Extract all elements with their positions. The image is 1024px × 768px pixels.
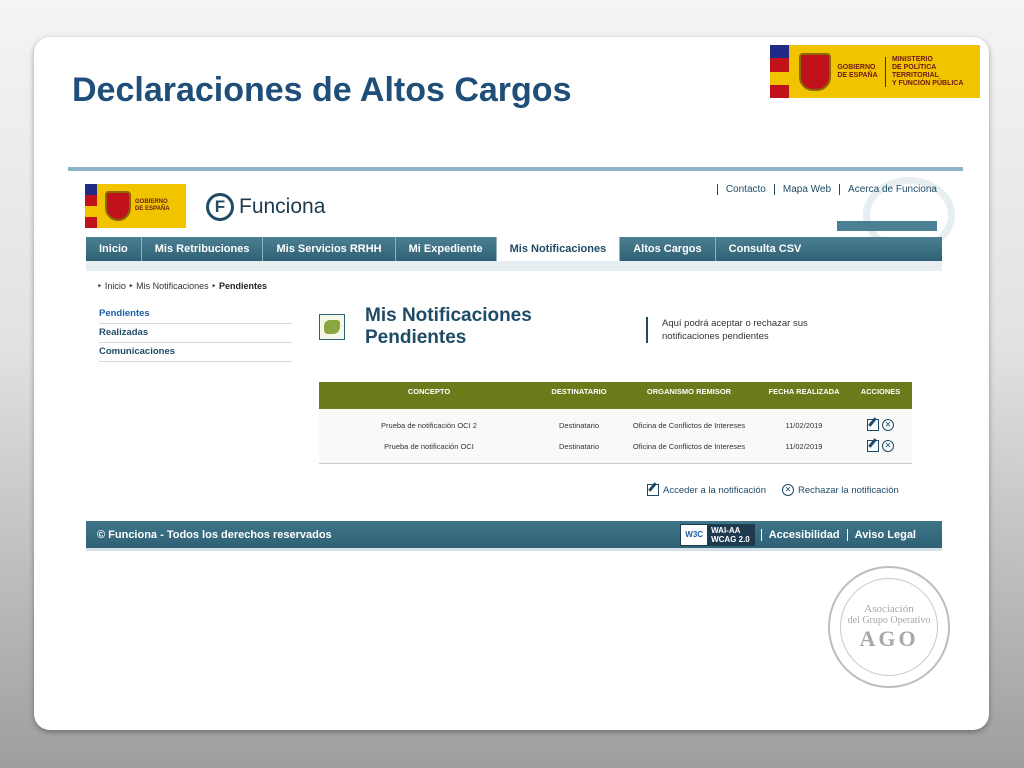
edit-icon[interactable] [867, 418, 879, 431]
spain-map-icon [319, 314, 345, 340]
notifications-table: CONCEPTO DESTINATARIO ORGANISMO REMISOR … [319, 382, 912, 464]
flag-icon [85, 184, 97, 228]
link-contacto[interactable]: Contacto [716, 184, 774, 195]
nav-altos-cargos[interactable]: Altos Cargos [620, 237, 716, 261]
funciona-brand-name: Funciona [239, 195, 326, 218]
nav-mi-expediente[interactable]: Mi Expediente [396, 237, 497, 261]
cancel-circle-icon[interactable]: ✕ [882, 418, 894, 431]
page-description: Aquí podrá aceptar o rechazar sus notifi… [646, 317, 857, 343]
footer-copyright: © Funciona - Todos los derechos reservad… [97, 528, 332, 541]
cancel-circle-icon[interactable]: ✕ [882, 439, 894, 452]
website-screenshot: GOBIERNO DE ESPAÑA F Funciona Contacto Ma… [68, 167, 963, 564]
ministry-logo: GOBIERNO DE ESPAÑA MINISTERIO DE POLÍTICA … [770, 45, 980, 98]
breadcrumb-current: Pendientes [219, 281, 268, 291]
side-item-comunicaciones[interactable]: Comunicaciones [99, 343, 292, 362]
nav-inicio[interactable]: Inicio [86, 237, 142, 261]
breadcrumb: ‣ Inicio ‣ Mis Notificaciones ‣ Pendient… [97, 281, 268, 291]
link-acerca[interactable]: Acerca de Funciona [839, 184, 945, 195]
side-item-realizadas[interactable]: Realizadas [99, 324, 292, 343]
breadcrumb-notificaciones[interactable]: Mis Notificaciones [136, 281, 209, 291]
coat-of-arms-icon [798, 52, 832, 91]
legend-accept: Acceder a la notificación [663, 484, 766, 496]
top-bar [837, 221, 937, 231]
table-header: CONCEPTO DESTINATARIO ORGANISMO REMISOR … [319, 382, 912, 409]
government-logo[interactable]: GOBIERNO DE ESPAÑA [85, 184, 186, 228]
w3c-logo-icon: W3C [685, 530, 704, 539]
ago-seal-logo: Asociación del Grupo Operativo AGO [828, 566, 950, 688]
funciona-f-icon: F [206, 193, 234, 221]
main-nav: Inicio Mis Retribuciones Mis Servicios R… [86, 237, 942, 261]
link-accesibilidad[interactable]: Accesibilidad [760, 528, 847, 541]
site-footer: © Funciona - Todos los derechos reservad… [86, 521, 942, 548]
link-mapa-web[interactable]: Mapa Web [773, 184, 839, 195]
table-row: Prueba de notificación OCI Destinatario … [319, 436, 912, 457]
actions-legend: Acceder a la notificación ✕ Rechazar la … [647, 484, 899, 496]
cancel-circle-icon: ✕ [781, 484, 794, 496]
coat-of-arms-icon [105, 191, 131, 221]
edit-icon[interactable] [867, 439, 879, 452]
page-heading: Mis Notificaciones Pendientes [365, 305, 532, 348]
edit-icon [647, 484, 659, 496]
legend-reject: Rechazar la notificación [797, 484, 899, 496]
flag-icon [770, 45, 789, 98]
side-menu: Pendientes Realizadas Comunicaciones [99, 305, 292, 362]
table-row: Prueba de notificación OCI 2 Destinatari… [319, 415, 912, 436]
breadcrumb-inicio[interactable]: Inicio [105, 281, 126, 291]
nav-mis-notificaciones[interactable]: Mis Notificaciones [496, 237, 621, 261]
w3c-badge[interactable]: W3C WAI-AA WCAG 2.0 [680, 523, 755, 546]
side-item-pendientes[interactable]: Pendientes [99, 305, 292, 324]
slide-title: Declaraciones de Altos Cargos [72, 71, 572, 109]
top-links: Contacto Mapa Web Acerca de Funciona [716, 184, 945, 195]
nav-consulta-csv[interactable]: Consulta CSV [716, 237, 815, 261]
link-aviso-legal[interactable]: Aviso Legal [846, 528, 923, 541]
nav-mis-retribuciones[interactable]: Mis Retribuciones [142, 237, 264, 261]
funciona-logo[interactable]: F Funciona [206, 193, 325, 221]
nav-mis-servicios-rrhh[interactable]: Mis Servicios RRHH [263, 237, 396, 261]
